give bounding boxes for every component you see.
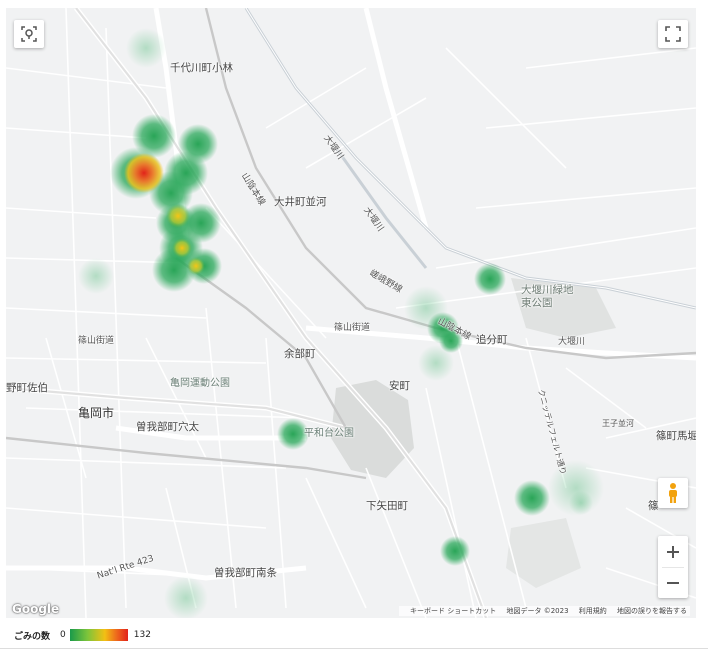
basemap — [6, 8, 696, 618]
pegman-icon — [669, 483, 677, 503]
attribution-bar: キーボード ショートカット 地図データ ©2023 利用規約 地図の誤りを報告す… — [399, 606, 690, 616]
map-data-text: 地図データ ©2023 — [506, 607, 569, 615]
label-sendai-kobayashi: 千代川町小林 — [170, 62, 233, 74]
terms-link[interactable]: 利用規約 — [579, 607, 607, 615]
label-oi-namikawa: 大井町並河 — [274, 196, 327, 208]
label-oigawa-ryokuchi: 大堰川緑地 東公園 — [521, 284, 574, 309]
label-ojigasawa: 王子並河 — [602, 419, 634, 428]
label-sasayama-kaido-w: 篠山街道 — [78, 336, 115, 346]
report-error-link[interactable]: 地図の誤りを報告する — [617, 607, 687, 615]
label-sogabe-minami: 曽我部町南条 — [214, 567, 277, 579]
zoom-control — [658, 536, 688, 598]
locate-icon — [21, 26, 37, 42]
label-amabe: 余部町 — [284, 348, 316, 360]
bottom-divider — [0, 648, 708, 649]
label-oibunmachi: 追分町 — [476, 334, 508, 346]
label-sasayama-kaido-c: 篠山街道 — [334, 323, 371, 333]
google-logo[interactable]: Google — [12, 602, 59, 616]
legend-max: 132 — [133, 630, 151, 640]
label-nozusa: 野町佐伯 — [6, 382, 48, 394]
label-shino: 篠 — [648, 500, 659, 512]
heatmap-map[interactable]: 千代川町小林 山陰本線 大井町並河 大堰川 大堰川 嵯峨野線 大堰川緑地 東公園… — [6, 8, 696, 618]
label-oigawa-e: 大堰川 — [558, 337, 586, 347]
fullscreen-button[interactable] — [658, 20, 688, 48]
minus-icon — [667, 581, 679, 584]
heatmap-legend: ごみの数 0 132 — [14, 628, 151, 642]
label-sogabe-anao: 曽我部町穴太 — [136, 421, 199, 433]
label-shinohara: 篠町馬堀 — [656, 430, 696, 442]
keyboard-shortcuts-link[interactable]: キーボード ショートカット — [410, 607, 496, 615]
street-view-pegman[interactable] — [658, 478, 688, 508]
label-shimoyata: 下矢田町 — [366, 500, 408, 512]
label-yasumachi: 安町 — [389, 380, 410, 392]
label-heiwadai-park: 平和台公園 — [304, 428, 354, 439]
zoom-out-button[interactable] — [658, 568, 688, 598]
legend-title: ごみの数 — [14, 631, 51, 642]
my-location-button[interactable] — [14, 20, 44, 48]
zoom-in-button[interactable] — [658, 537, 688, 567]
label-kameoka-park: 亀岡運動公園 — [170, 378, 230, 389]
plus-icon — [667, 545, 679, 558]
label-kameoka-city: 亀岡市 — [78, 406, 115, 420]
legend-color-scale — [69, 629, 128, 641]
fullscreen-icon — [665, 26, 681, 42]
legend-min: 0 — [60, 630, 66, 640]
